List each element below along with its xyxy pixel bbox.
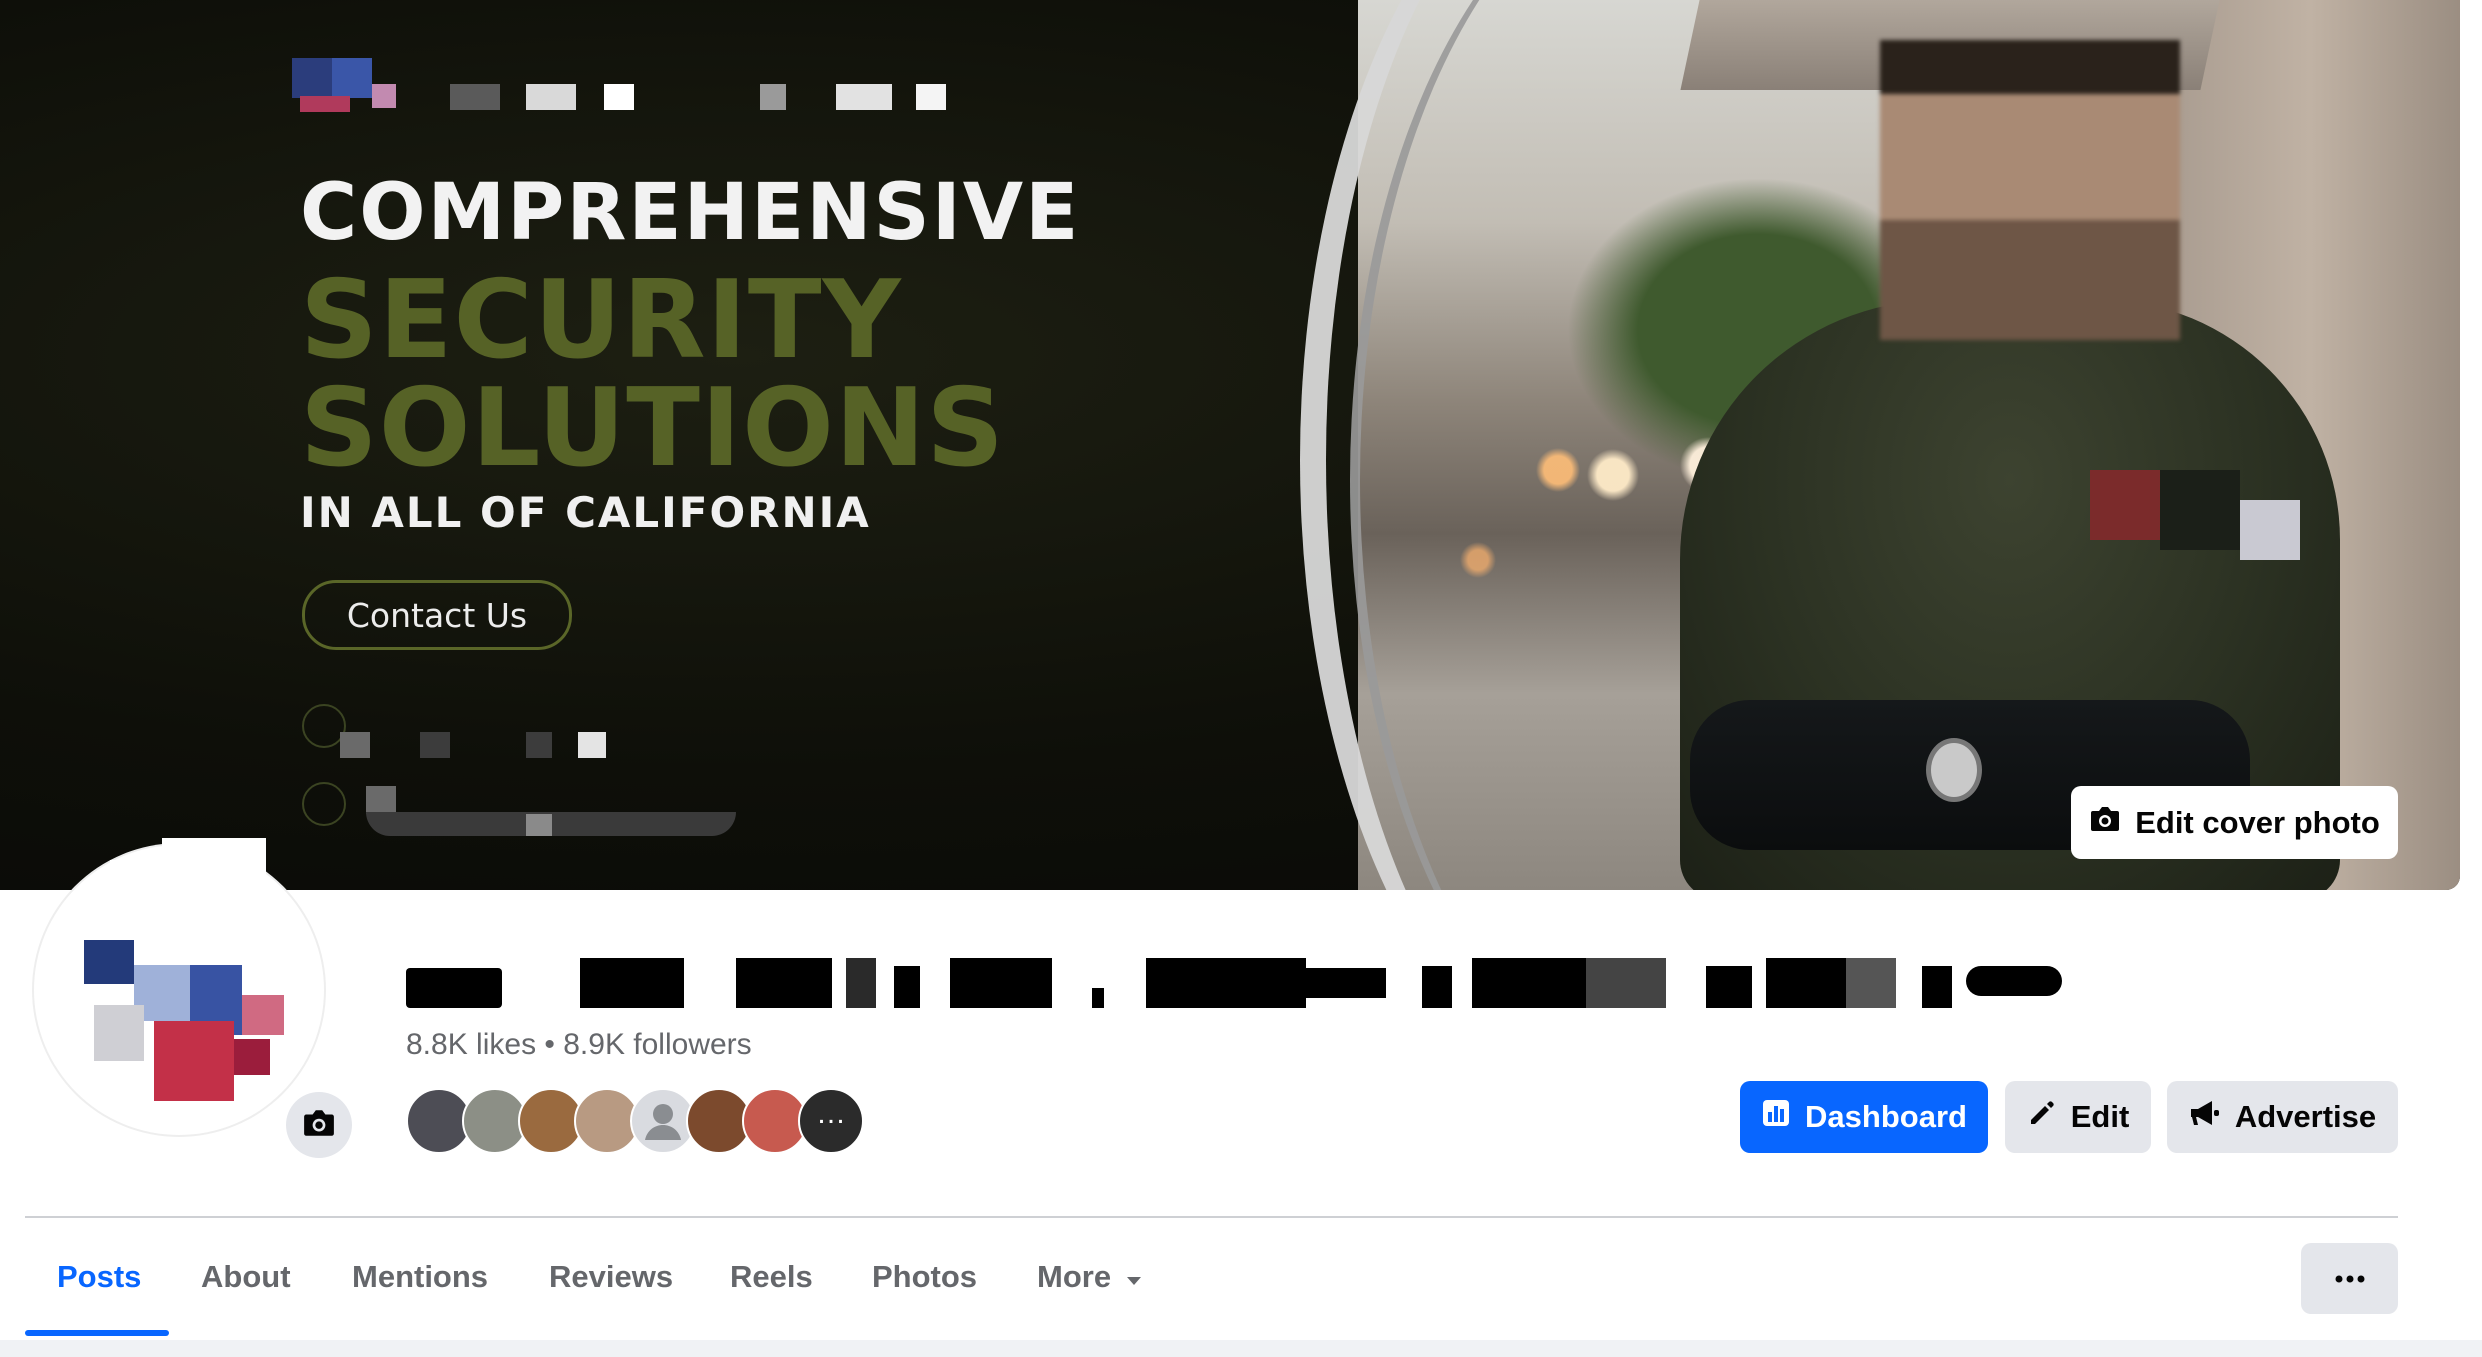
- pencil-icon: [2027, 1098, 2057, 1136]
- cover-subheadline: IN ALL OF CALIFORNIA: [300, 488, 871, 537]
- ellipsis-icon: [2335, 1270, 2365, 1288]
- megaphone-icon: [2189, 1098, 2221, 1136]
- tab-label: Photos: [872, 1259, 978, 1294]
- profile-tabs: Posts About Mentions Reviews Reels Photo…: [25, 1218, 1325, 1338]
- more-followers-button[interactable]: …: [798, 1088, 864, 1154]
- blurred-logo: [372, 84, 396, 108]
- blurred-phone: [578, 732, 606, 758]
- tab-label: Reels: [730, 1259, 813, 1294]
- update-profile-picture-button[interactable]: [286, 1092, 352, 1158]
- blurred-tagline: [604, 84, 634, 110]
- blurred-avatar: [110, 860, 160, 894]
- tab-more[interactable]: More: [1037, 1218, 1143, 1336]
- likes-followers-count[interactable]: 8.8K likes • 8.9K followers: [406, 1028, 752, 1062]
- blurred-patch: [2240, 500, 2300, 560]
- edit-label: Edit: [2070, 1099, 2130, 1134]
- ellipsis-icon: …: [816, 1097, 846, 1130]
- active-tab-indicator: [25, 1330, 169, 1336]
- dashboard-button[interactable]: Dashboard: [1740, 1081, 1988, 1153]
- blurred-website: [526, 814, 552, 836]
- blurred-tagline: [450, 84, 500, 110]
- tab-label: Posts: [57, 1259, 142, 1294]
- blurred-avatar: [162, 838, 266, 894]
- cover-headline-solutions: SOLUTIONS: [300, 366, 1006, 491]
- camera-icon: [302, 1108, 336, 1143]
- blurred-avatar: [234, 1039, 270, 1075]
- edit-cover-photo-label: Edit cover photo: [2135, 804, 2380, 840]
- blurred-logo: [332, 58, 372, 98]
- tab-about[interactable]: About: [201, 1218, 291, 1336]
- cover-contact-badge: Contact Us: [302, 580, 572, 650]
- blurred-patch: [2160, 470, 2240, 550]
- blurred-avatar: [84, 940, 134, 984]
- blurred-phone: [526, 732, 552, 758]
- edit-button[interactable]: Edit: [2005, 1081, 2151, 1153]
- cover-headline-security: SECURITY: [300, 258, 902, 383]
- blurred-avatar: [154, 1021, 234, 1101]
- tab-mentions[interactable]: Mentions: [352, 1218, 488, 1336]
- advertise-button[interactable]: Advertise: [2167, 1081, 2398, 1153]
- blurred-avatar: [242, 995, 284, 1035]
- more-options-button[interactable]: [2301, 1243, 2398, 1314]
- blurred-patch: [2090, 470, 2160, 540]
- tab-reels[interactable]: Reels: [730, 1218, 813, 1336]
- blurred-face: [1880, 40, 2180, 340]
- blurred-tagline: [526, 84, 576, 110]
- tab-posts[interactable]: Posts: [57, 1218, 141, 1336]
- advertise-label: Advertise: [2234, 1099, 2377, 1134]
- blurred-phone: [420, 732, 450, 758]
- blurred-logo: [300, 96, 350, 112]
- tab-label: Reviews: [549, 1259, 674, 1294]
- tab-label: Mentions: [352, 1259, 489, 1294]
- bar-chart-icon: [1761, 1098, 1791, 1136]
- tab-reviews[interactable]: Reviews: [549, 1218, 673, 1336]
- blurred-tagline: [760, 84, 786, 110]
- dashboard-label: Dashboard: [1805, 1099, 1967, 1134]
- page-background: [0, 1340, 2482, 1357]
- page-name: [406, 950, 2062, 1020]
- tab-label: About: [201, 1259, 291, 1294]
- tab-label: More: [1037, 1259, 1112, 1294]
- blurred-website: [366, 786, 396, 814]
- follower-avatars[interactable]: …: [406, 1088, 866, 1154]
- watch: [1926, 738, 1982, 802]
- caret-down-icon: [1125, 1259, 1143, 1295]
- blurred-logo: [292, 58, 332, 98]
- cover-photo: COMPREHENSIVE SECURITY SOLUTIONS IN ALL …: [0, 0, 2460, 890]
- camera-icon: [2089, 805, 2121, 841]
- blurred-tagline: [916, 84, 946, 110]
- globe-icon: [302, 782, 346, 826]
- blurred-avatar: [94, 1005, 144, 1061]
- blurred-tagline: [836, 84, 892, 110]
- blurred-phone: [340, 732, 370, 758]
- cover-headline: COMPREHENSIVE: [300, 168, 1081, 258]
- edit-cover-photo-button[interactable]: Edit cover photo: [2071, 786, 2398, 859]
- tab-photos[interactable]: Photos: [872, 1218, 977, 1336]
